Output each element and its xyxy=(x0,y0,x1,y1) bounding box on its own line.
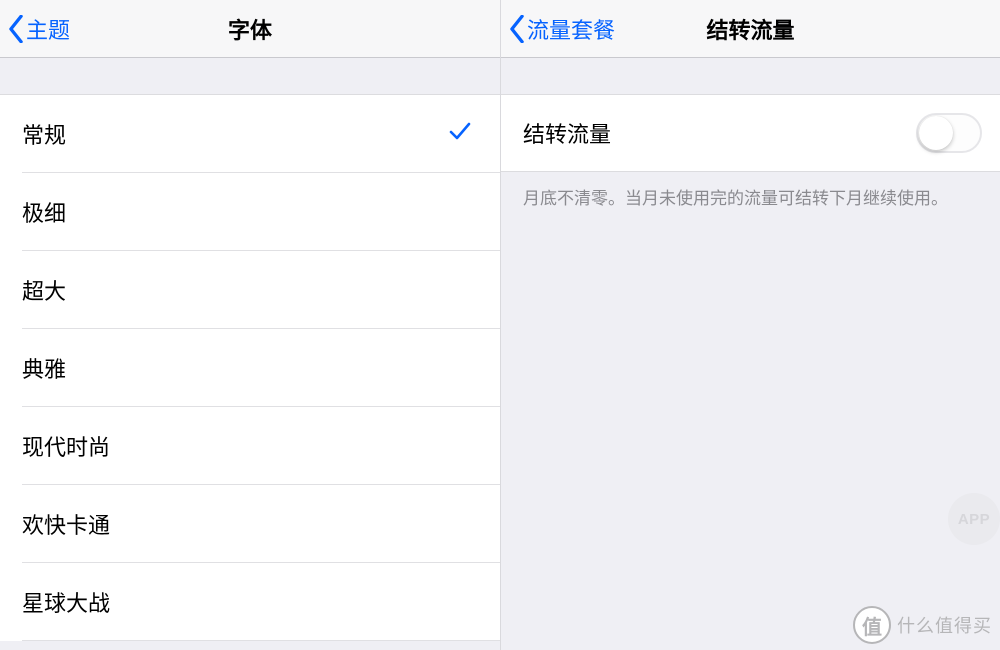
font-option-label: 现代时尚 xyxy=(22,430,478,462)
navbar-right: 流量套餐 结转流量 xyxy=(501,0,1000,58)
font-option[interactable]: 超大 xyxy=(0,251,500,329)
page-title-left: 字体 xyxy=(228,13,272,45)
back-label-left: 主题 xyxy=(26,13,70,45)
back-label-right: 流量套餐 xyxy=(527,13,615,45)
font-option[interactable]: 极细 xyxy=(0,173,500,251)
font-option[interactable]: 常规 xyxy=(0,95,500,173)
font-option[interactable]: 星球大战 xyxy=(0,563,500,641)
font-option-label: 超大 xyxy=(22,274,478,306)
font-option-label: 极细 xyxy=(22,196,478,228)
switch-knob xyxy=(919,116,953,150)
font-option-label: 常规 xyxy=(22,118,448,150)
font-option[interactable]: 典雅 xyxy=(0,329,500,407)
font-option-label: 欢快卡通 xyxy=(22,508,478,540)
font-option-label: 典雅 xyxy=(22,352,478,384)
rollover-toggle-row: 结转流量 xyxy=(501,94,1000,172)
font-option[interactable]: 欢快卡通 xyxy=(0,485,500,563)
back-button-right[interactable]: 流量套餐 xyxy=(509,13,615,45)
navbar-left: 主题 字体 xyxy=(0,0,500,58)
checkmark-icon xyxy=(448,119,472,149)
section-spacer-right xyxy=(501,58,1000,94)
rollover-footer-note: 月底不清零。当月未使用完的流量可结转下月继续使用。 xyxy=(501,172,1000,226)
pane-rollover: 流量套餐 结转流量 结转流量 月底不清零。当月未使用完的流量可结转下月继续使用。 xyxy=(500,0,1000,650)
rollover-switch[interactable] xyxy=(916,113,982,153)
font-option[interactable]: 现代时尚 xyxy=(0,407,500,485)
font-option-label: 星球大战 xyxy=(22,586,478,618)
chevron-left-icon xyxy=(8,15,24,43)
font-option-list: 常规 极细 超大 典雅 现代时尚 欢快卡通 星球大战 xyxy=(0,94,500,641)
page-title-right: 结转流量 xyxy=(706,13,794,45)
back-button-left[interactable]: 主题 xyxy=(8,13,70,45)
chevron-left-icon xyxy=(509,15,525,43)
rollover-toggle-label: 结转流量 xyxy=(523,117,916,149)
section-spacer-left xyxy=(0,58,500,94)
pane-fonts: 主题 字体 常规 极细 超大 典雅 现代时尚 欢快卡通 xyxy=(0,0,500,650)
